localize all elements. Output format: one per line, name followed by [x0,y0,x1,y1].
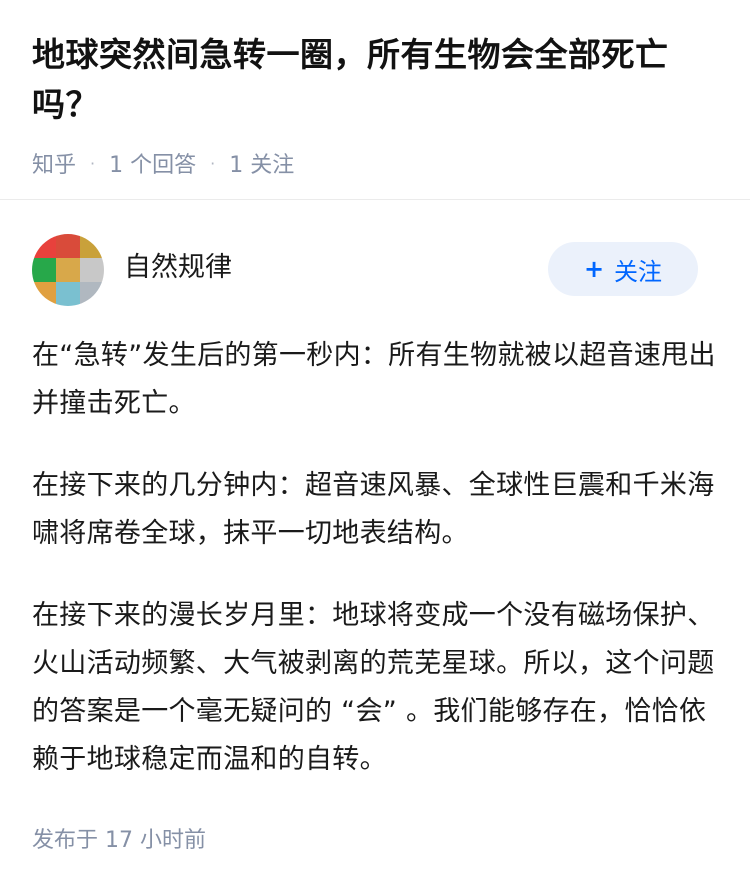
answer-content: 在“急转”发生后的第一秒内：所有生物就被以超音速甩出并撞击死亡。 在接下来的几分… [0,332,750,784]
avatar-tile [80,282,104,306]
author-row: 自然规律 + 关注 [0,234,750,306]
meta-separator: · [210,153,216,173]
avatar-tile [56,234,80,258]
avatar-tile [32,282,56,306]
question-title[interactable]: 地球突然间急转一圈，所有生物会全部死亡吗？ [32,30,718,130]
answer-card: 自然规律 + 关注 在“急转”发生后的第一秒内：所有生物就被以超音速甩出并撞击死… [0,234,750,818]
avatar[interactable] [32,234,104,306]
author-name[interactable]: 自然规律 [124,250,232,286]
divider [0,199,750,200]
publish-time: 发布于 17 小时前 [32,828,206,853]
avatar-tile [32,258,56,282]
follow-count[interactable]: 1 关注 [229,147,294,179]
avatar-tile [56,258,80,282]
source-label[interactable]: 知乎 [32,147,76,179]
answer-count[interactable]: 1 个回答 [109,147,196,179]
avatar-tile [80,234,104,258]
follow-button[interactable]: + 关注 [548,242,698,296]
answer-paragraph: 在接下来的几分钟内：超音速风暴、全球性巨震和千米海啸将席卷全球，抹平一切地表结构… [32,470,715,549]
avatar-tile [56,282,80,306]
follow-button-label: 关注 [614,257,663,286]
question-header: 地球突然间急转一圈，所有生物会全部死亡吗？ 知乎 · 1 个回答 · 1 关注 [0,0,750,178]
answer-paragraph: 在接下来的漫长岁月里：地球将变成一个没有磁场保护、火山活动频繁、大气被剥离的荒芜… [32,600,715,775]
avatar-tile [32,234,56,258]
question-meta: 知乎 · 1 个回答 · 1 关注 [32,148,718,178]
avatar-tile [80,258,104,282]
meta-separator: · [90,153,96,173]
answer-paragraph: 在“急转”发生后的第一秒内：所有生物就被以超音速甩出并撞击死亡。 [32,340,716,419]
plus-icon: + [583,255,605,283]
